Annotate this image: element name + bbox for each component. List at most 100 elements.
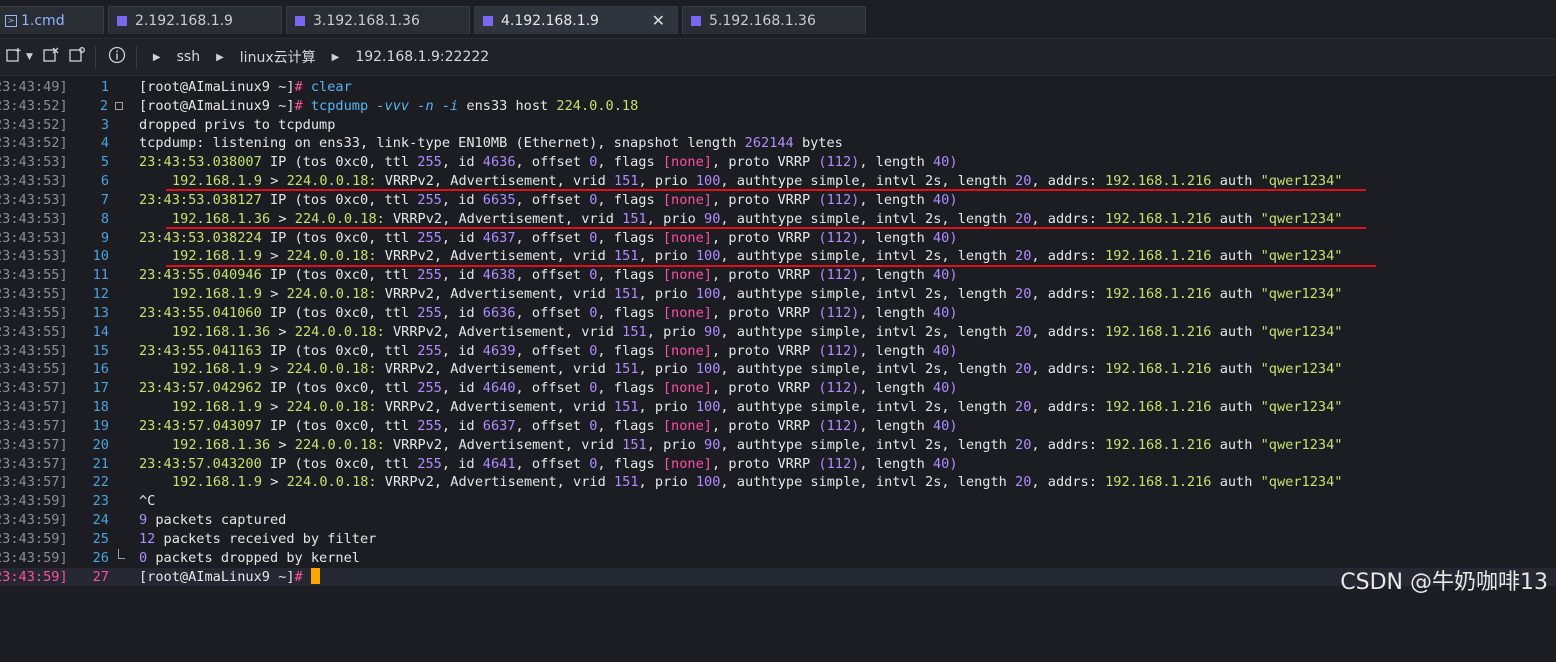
timestamp: 23:43:59] [0,549,68,566]
output-number: 20 [1015,474,1032,491]
line-number: 24 [92,512,109,529]
output-text: auth [1219,399,1253,416]
tab-2[interactable]: 2.192.168.1.9 [108,6,282,34]
timestamp: 23:43:52] [0,97,68,114]
output-text: , offset [515,417,582,434]
tab-label: 5.192.168.1.36 [709,12,816,29]
timestamp: 23:43:59] [0,493,68,510]
auth-key: "qwer1234" [1260,173,1343,190]
auth-key: "qwer1234" [1260,436,1343,453]
toolbar-divider [94,46,96,68]
packet-id: 4640 [482,380,516,397]
timestamp: 23:43:49] [0,79,68,95]
output-text: prio [654,474,688,491]
output-text: , proto VRRP [711,191,811,208]
breadcrumb-host[interactable]: 192.168.1.9:22222 [355,49,489,65]
text-cursor [310,567,320,584]
packet-vrrp-line: 23:43:55] 14 192.168.1.36 > 224.0.0.18: VR… [0,323,1556,342]
output-text: , addrs: [1031,173,1097,190]
dropdown-icon[interactable]: ▼ [26,52,33,62]
timestamp: 23:43:53] [0,229,68,246]
timestamp: 23:43:52] [0,135,68,152]
timestamp: 23:43:57] [0,474,68,491]
output-text: , authtype simple, intvl 2s, length [720,474,1007,491]
tab-5[interactable]: 5.192.168.1.36 [682,6,866,34]
timestamp: 23:43:55] [0,361,68,378]
dest-ip: 224.0.0.18: [286,399,377,416]
duplicate-icon[interactable] [69,47,85,67]
output-text: , addrs: [1031,286,1097,303]
output-number: 40) [932,380,958,397]
packet-time: 23:43:53.038007 [139,154,262,171]
output-number: 20 [1015,436,1032,453]
output-text: , authtype simple, intvl 2s, length [720,436,1007,453]
line-number: 3 [100,116,109,133]
output-text: VRRPv2, Advertisement, vrid [376,173,606,190]
vrid-value: 151 [622,436,647,453]
output-number: 20 [1015,248,1032,265]
timestamp: 23:43:57] [0,436,68,453]
prio-value: 100 [695,361,721,378]
session-icon [117,15,127,26]
terminal-output[interactable]: 23:43:49] 1 [root@AImaLinux9 ~]# clear 2… [0,78,1556,587]
vrid-value: 151 [622,323,647,340]
timestamp: 23:43:53] [0,248,68,265]
breadcrumb-folder[interactable]: linux云计算 [240,47,316,67]
timestamp: 23:43:53] [0,210,68,227]
close-icon[interactable]: ✕ [652,11,665,30]
output-number: 20 [1015,361,1032,378]
line-number: 20 [92,436,109,453]
packet-id: 4641 [482,455,516,472]
packet-time: 23:43:53.038224 [139,229,262,246]
breadcrumb-ssh[interactable]: ssh [177,49,200,65]
annotation-underline [166,265,1376,267]
tab-1-cmd[interactable]: > 1.cmd [0,6,104,34]
command-args: ens33 host [466,97,549,114]
output-text: , length [859,417,925,434]
output-text: IP (tos 0xc0, ttl [269,229,410,246]
virtual-ip: 192.168.1.216 [1105,173,1212,190]
terminal-current-line[interactable]: 23:43:59] 27 [root@AImaLinux9 ~]# [0,567,1556,587]
output-text: , addrs: [1031,323,1097,340]
timestamp: 23:43:57] [0,417,68,434]
output-text: , offset [515,342,582,359]
prompt-hash: # [294,97,303,114]
source-ip: 192.168.1.9 [172,286,263,303]
vrid-value: 151 [613,399,639,416]
command: tcpdump [310,97,369,114]
packet-header-line: 23:43:55] 15 23:43:55.041163 IP (tos 0xc0,… [0,342,1556,361]
prompt: [root@AImaLinux9 ~] [139,97,295,114]
output-text: VRRPv2, Advertisement, vrid [376,361,606,378]
output-text: > [262,248,287,265]
output-number: 255 [417,267,442,284]
info-icon[interactable] [108,46,126,68]
packet-time: 23:43:55.040946 [139,267,262,284]
output-text: > [262,474,287,491]
output-text: , proto VRRP [711,229,811,246]
split-icon[interactable] [43,47,59,67]
vrid-value: 151 [613,361,639,378]
packet-time: 23:43:57.043097 [139,417,262,434]
output-text: , proto VRRP [711,267,811,284]
vrid-value: 151 [613,474,639,491]
output-number: 255 [417,229,442,246]
line-number: 22 [92,474,109,491]
tab-3[interactable]: 3.192.168.1.36 [286,6,470,34]
output-number: 255 [417,380,442,397]
line-number: 23 [92,493,109,510]
output-text: IP (tos 0xc0, ttl [269,191,410,208]
timestamp: 23:43:55] [0,267,68,284]
tab-label: 4.192.168.1.9 [501,12,599,29]
terminal-line: 23:43:52] 4 tcpdump: listening on ens33,… [0,134,1556,153]
new-tab-icon[interactable] [6,47,22,67]
prompt: [root@AImaLinux9 ~] [139,568,295,585]
timestamp: 23:43:57] [0,455,68,472]
prio-value: 100 [695,474,721,491]
flags-value: [none] [662,380,712,397]
fold-toggle-icon[interactable] [115,101,123,110]
output-text: , flags [597,191,655,208]
source-ip: 192.168.1.36 [172,210,271,227]
virtual-ip: 192.168.1.216 [1105,361,1212,378]
tab-4[interactable]: 4.192.168.1.9 ✕ [474,6,678,34]
packet-header-line: 23:43:53] 9 23:43:53.038224 IP (tos 0xc0, … [0,229,1556,248]
